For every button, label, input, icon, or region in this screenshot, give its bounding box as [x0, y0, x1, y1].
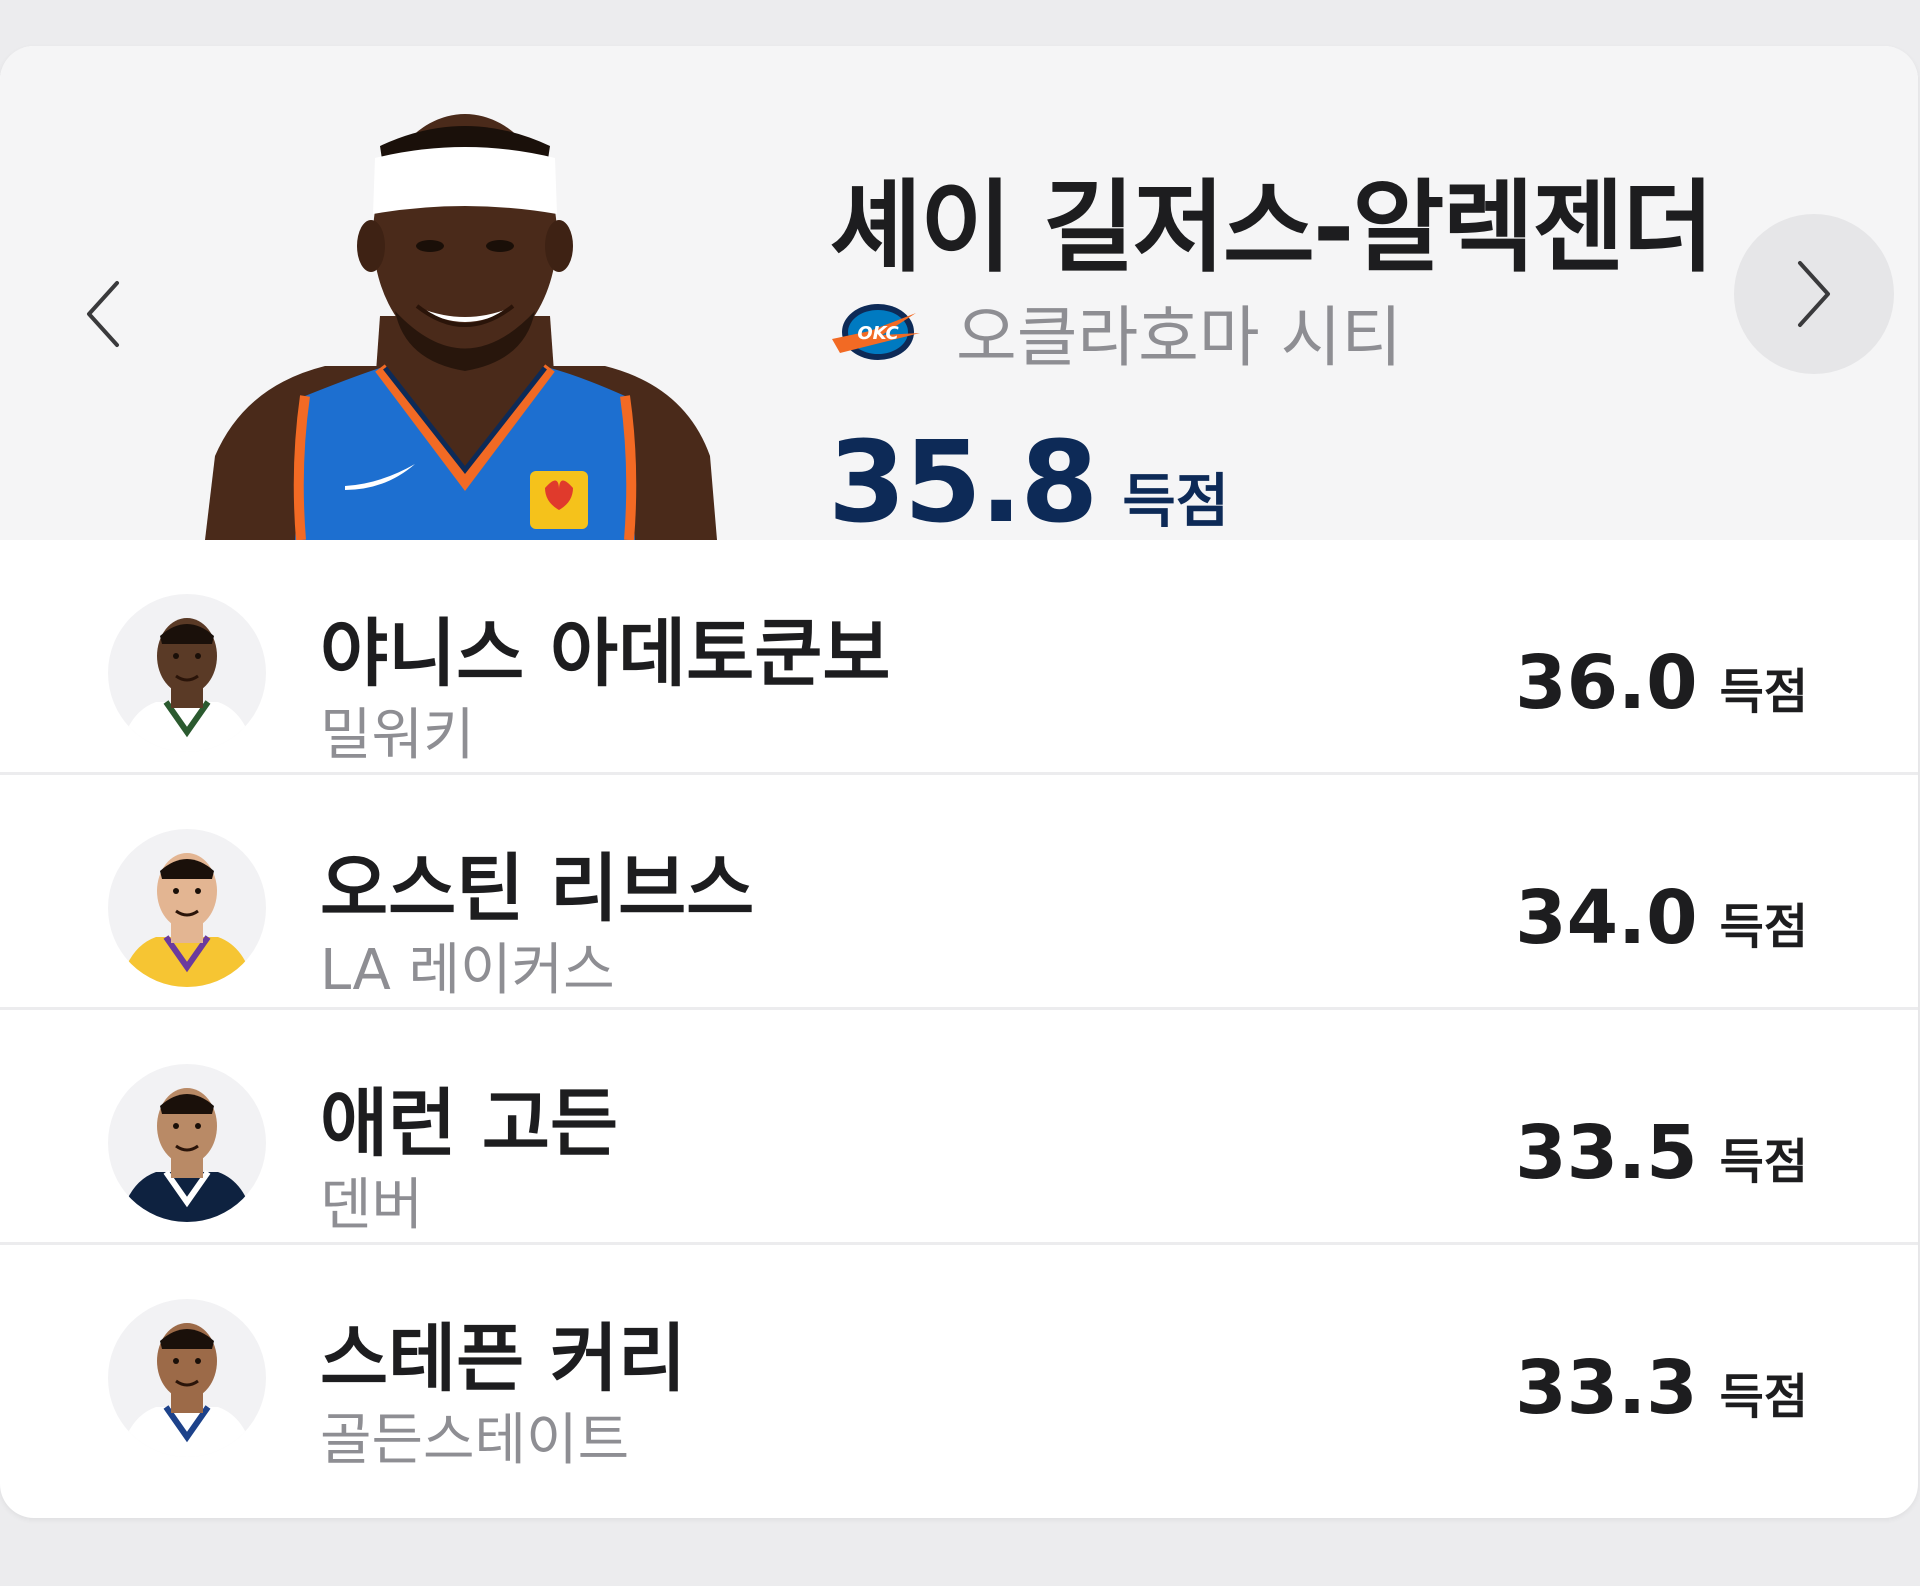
- featured-player-photo: [205, 114, 717, 540]
- svg-text:OKC: OKC: [857, 323, 899, 344]
- points-stat: 36.0 득점: [1515, 640, 1808, 726]
- avatar: [108, 829, 266, 987]
- featured-stat: 35.8 득점: [828, 418, 1229, 548]
- points-stat: 34.0 득점: [1515, 875, 1808, 961]
- scoring-leaders-card: 셰이 길저스-알렉젠더 OKC 오클라호마 시티 35.8 득점 야니스 아데토…: [0, 46, 1918, 1518]
- team-name: LA 레이커스: [320, 938, 615, 1003]
- player-name: 스테픈 커리: [320, 1316, 687, 1402]
- player-name: 애런 고든: [320, 1081, 619, 1167]
- featured-player-panel[interactable]: 셰이 길저스-알렉젠더 OKC 오클라호마 시티 35.8 득점: [0, 46, 1918, 548]
- points-stat: 33.5 득점: [1515, 1110, 1808, 1196]
- player-photo: [120, 1088, 254, 1222]
- featured-team-row: OKC 오클라호마 시티: [830, 290, 1402, 376]
- avatar: [108, 1064, 266, 1222]
- player-name: 오스틴 리브스: [320, 846, 755, 932]
- points-value: 33.5: [1515, 1110, 1698, 1196]
- next-button[interactable]: [1734, 214, 1894, 374]
- team-name: 골든스테이트: [320, 1408, 630, 1473]
- previous-button[interactable]: [58, 254, 148, 374]
- player-photo: [120, 1323, 254, 1457]
- okc-thunder-logo-icon: OKC: [832, 304, 920, 360]
- points-value: 36.0: [1515, 640, 1698, 726]
- featured-player-name: 셰이 길저스-알렉젠더: [830, 169, 1714, 286]
- team-name: 밀워키: [320, 703, 475, 768]
- points-stat: 33.3 득점: [1515, 1345, 1808, 1431]
- list-item[interactable]: 오스틴 리브스 LA 레이커스 34.0 득점: [0, 775, 1918, 1010]
- points-value: 34.0: [1515, 875, 1698, 961]
- avatar: [108, 594, 266, 752]
- player-photo: [120, 853, 254, 987]
- featured-points-value: 35.8: [828, 418, 1098, 548]
- featured-team-name: 오클라호마 시티: [956, 299, 1403, 376]
- points-unit: 득점: [1719, 1134, 1808, 1190]
- chevron-left-icon: [87, 281, 119, 347]
- avatar: [108, 1299, 266, 1457]
- points-value: 33.3: [1515, 1345, 1698, 1431]
- points-unit: 득점: [1719, 664, 1808, 720]
- leaders-list: 야니스 아데토쿤보 밀워키 36.0 득점 오스틴 리브스 LA 레이커스 34…: [0, 540, 1918, 1480]
- points-unit: 득점: [1719, 899, 1808, 955]
- list-item[interactable]: 스테픈 커리 골든스테이트 33.3 득점: [0, 1245, 1918, 1480]
- list-item[interactable]: 야니스 아데토쿤보 밀워키 36.0 득점: [0, 540, 1918, 775]
- list-item[interactable]: 애런 고든 덴버 33.5 득점: [0, 1010, 1918, 1245]
- points-unit: 득점: [1719, 1369, 1808, 1425]
- player-name: 야니스 아데토쿤보: [320, 611, 891, 697]
- featured-points-unit: 득점: [1122, 467, 1230, 535]
- player-photo: [120, 618, 254, 752]
- chevron-right-icon: [1798, 261, 1830, 327]
- team-name: 덴버: [320, 1173, 424, 1238]
